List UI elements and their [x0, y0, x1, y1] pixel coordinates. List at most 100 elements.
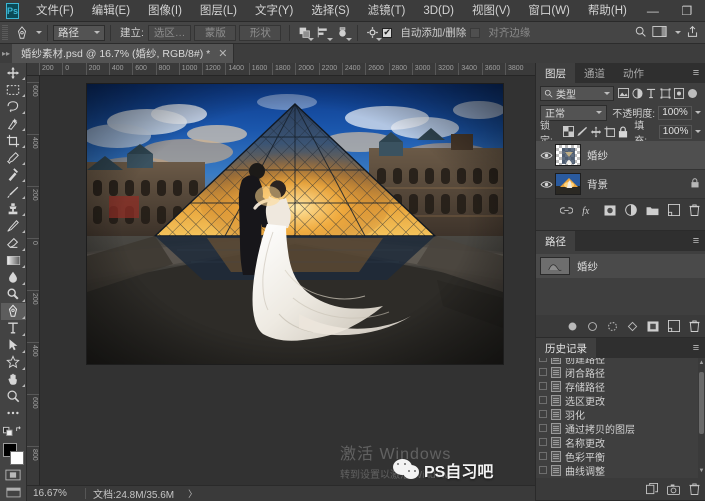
tab-actions[interactable]: 动作	[614, 63, 653, 83]
layer-name[interactable]: 婚纱	[587, 148, 608, 163]
make-shape-button[interactable]: 形状	[239, 24, 282, 41]
healing-brush-tool[interactable]	[1, 166, 26, 183]
new-path-icon[interactable]	[668, 320, 680, 332]
delete-path-icon[interactable]	[689, 320, 700, 332]
path-name[interactable]: 婚纱	[577, 259, 598, 274]
fill-input[interactable]: 100%	[659, 124, 692, 139]
new-snapshot-icon[interactable]	[667, 483, 680, 495]
history-source-checkbox[interactable]	[539, 466, 547, 474]
pen-tool-icon[interactable]	[11, 24, 33, 42]
shape-tool[interactable]	[1, 354, 26, 371]
canvas-image[interactable]	[87, 84, 503, 364]
menu-window[interactable]: 窗口(W)	[519, 0, 579, 22]
fill-path-icon[interactable]	[567, 321, 578, 332]
status-expand-icon[interactable]: 〉	[188, 487, 197, 500]
color-swatches[interactable]	[1, 442, 26, 466]
layer-row[interactable]: 婚纱	[536, 141, 705, 170]
document-tab[interactable]: 婚纱素材.psd @ 16.7% (婚纱, RGB/8#) * ✕	[12, 44, 235, 63]
pen-mode-select[interactable]: 路径	[53, 24, 105, 41]
filter-toggle-switch[interactable]	[688, 88, 697, 98]
options-bar-grip[interactable]	[2, 24, 8, 41]
path-arrangement-icon[interactable]	[333, 24, 353, 42]
load-selection-icon[interactable]	[607, 321, 618, 332]
menu-select[interactable]: 选择(S)	[302, 0, 358, 22]
zoom-level[interactable]: 16.67%	[27, 488, 85, 499]
layer-filter-select[interactable]: 类型	[540, 85, 614, 101]
path-selection-tool[interactable]	[1, 337, 26, 354]
history-scrollbar[interactable]: ▲ ▼	[698, 358, 705, 478]
menu-type[interactable]: 文字(Y)	[246, 0, 302, 22]
scrollbar-thumb[interactable]	[699, 372, 704, 434]
history-item[interactable]: 曲线调整	[536, 463, 705, 478]
screen-mode-icon[interactable]	[1, 484, 26, 501]
paths-panel-menu-icon[interactable]: ≡	[687, 231, 705, 251]
move-tool[interactable]	[1, 64, 26, 81]
tab-paths[interactable]: 路径	[536, 231, 575, 251]
history-item[interactable]: 羽化	[536, 407, 705, 422]
maximize-button[interactable]: ❐	[670, 0, 704, 22]
history-source-checkbox[interactable]	[539, 452, 547, 460]
type-tool[interactable]	[1, 320, 26, 337]
layer-list[interactable]: 婚纱 背景	[536, 141, 705, 199]
smart-object-filter-icon[interactable]	[672, 85, 686, 101]
auto-add-delete-checkbox[interactable]	[382, 26, 393, 38]
menu-filter[interactable]: 滤镜(T)	[359, 0, 415, 22]
layers-panel-menu-icon[interactable]: ≡	[687, 63, 705, 83]
tab-history[interactable]: 历史记录	[536, 338, 596, 358]
history-item[interactable]: 色彩平衡	[536, 449, 705, 464]
brush-tool[interactable]	[1, 183, 26, 200]
align-edges-checkbox[interactable]	[470, 27, 481, 38]
history-source-checkbox[interactable]	[539, 382, 547, 390]
horizontal-ruler[interactable]: 200 0 200 400 600 800 1000 1200 1400 1600 1800 2000…	[27, 63, 535, 76]
new-layer-icon[interactable]	[668, 204, 680, 216]
menu-help[interactable]: 帮助(H)	[579, 0, 636, 22]
history-list[interactable]: 创建路径 闭合路径 存储路径 选区更改 羽化 通过拷贝的图层 名称更改 色彩平衡 曲线调整 ▲ …	[536, 358, 705, 478]
layer-style-fx-icon[interactable]: fx	[582, 205, 595, 216]
edit-toolbar-ellipsis-icon[interactable]	[1, 405, 26, 422]
geometry-options-gear-icon[interactable]	[363, 24, 383, 42]
marquee-tool[interactable]	[1, 81, 26, 98]
menu-view[interactable]: 视图(V)	[463, 0, 519, 22]
clone-stamp-tool[interactable]	[1, 200, 26, 217]
menu-3d[interactable]: 3D(D)	[414, 0, 463, 22]
layer-name[interactable]: 背景	[587, 177, 608, 192]
history-source-checkbox[interactable]	[539, 424, 547, 432]
dodge-tool[interactable]	[1, 286, 26, 303]
scroll-up-icon[interactable]: ▲	[698, 360, 705, 368]
history-source-checkbox[interactable]	[539, 358, 547, 362]
history-brush-tool[interactable]	[1, 217, 26, 234]
link-layers-icon[interactable]	[560, 206, 573, 215]
path-row[interactable]: 婚纱	[536, 254, 705, 278]
opacity-input[interactable]: 100%	[658, 105, 692, 120]
chevron-down-icon[interactable]	[675, 31, 681, 34]
history-item[interactable]: 存储路径	[536, 379, 705, 394]
type-layer-filter-icon[interactable]	[644, 85, 658, 101]
history-panel-menu-icon[interactable]: ≡	[687, 338, 705, 358]
new-group-icon[interactable]	[646, 205, 659, 216]
shape-layer-filter-icon[interactable]	[658, 85, 672, 101]
delete-layer-icon[interactable]	[689, 204, 700, 216]
quick-selection-tool[interactable]	[1, 115, 26, 132]
delete-state-icon[interactable]	[689, 483, 700, 495]
gradient-tool[interactable]	[1, 252, 26, 269]
make-mask-button[interactable]: 蒙版	[194, 24, 237, 41]
lock-transparency-icon[interactable]	[562, 124, 575, 140]
history-source-checkbox[interactable]	[539, 368, 547, 376]
pen-tool[interactable]	[0, 302, 26, 320]
pen-tool-preset-caret-icon[interactable]	[36, 31, 42, 34]
history-item[interactable]: 通过拷贝的图层	[536, 421, 705, 436]
eyedropper-tool[interactable]	[1, 149, 26, 166]
layer-thumbnail[interactable]	[555, 144, 581, 166]
add-mask-icon[interactable]	[647, 320, 659, 332]
layer-visibility-toggle[interactable]	[538, 141, 555, 170]
history-item[interactable]: 名称更改	[536, 435, 705, 450]
background-color-swatch[interactable]	[9, 451, 24, 466]
zoom-tool[interactable]	[1, 388, 26, 405]
tab-layers[interactable]: 图层	[536, 63, 575, 83]
document-scroll[interactable]	[40, 76, 535, 485]
new-document-from-state-icon[interactable]	[646, 483, 658, 495]
make-work-path-icon[interactable]	[627, 321, 638, 332]
lasso-tool[interactable]	[1, 98, 26, 115]
history-item[interactable]: 创建路径	[536, 358, 705, 366]
adjustment-layer-filter-icon[interactable]	[630, 85, 644, 101]
